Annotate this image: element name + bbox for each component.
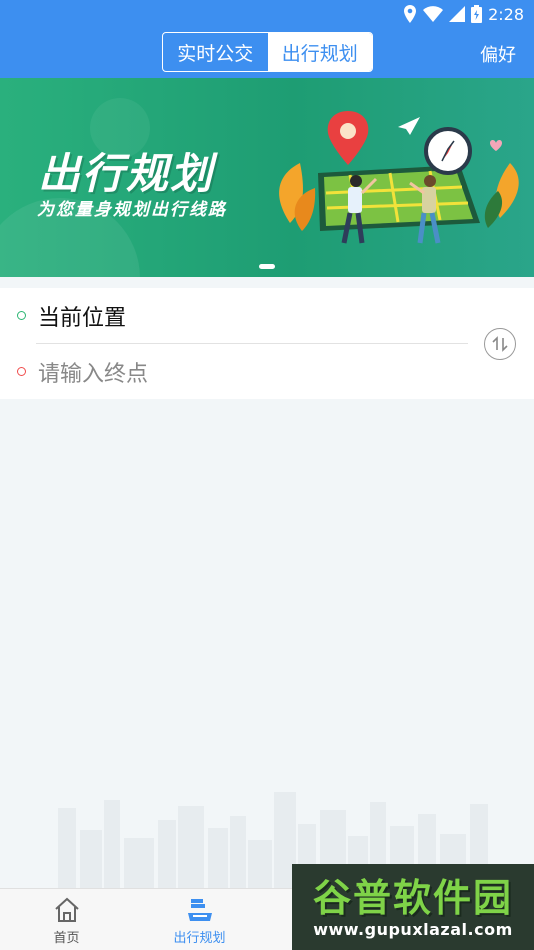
home-icon xyxy=(54,897,79,922)
origin-field[interactable]: 当前位置 xyxy=(0,288,470,343)
signal-icon xyxy=(449,6,466,22)
nav-trip-planning[interactable]: 出行规划 xyxy=(133,889,266,950)
mode-switch: 实时公交 出行规划 xyxy=(162,32,373,72)
nav-home[interactable]: 首页 xyxy=(0,889,133,950)
destination-placeholder: 请输入终点 xyxy=(38,361,149,387)
status-time: 2:28 xyxy=(488,4,524,24)
promo-banner[interactable]: 出行规划 为您量身规划出行线路 xyxy=(0,78,534,277)
location-icon xyxy=(404,5,417,23)
origin-value: 当前位置 xyxy=(38,305,127,331)
watermark: 谷普软件园 www.gupuxlazal.com xyxy=(292,864,534,950)
banner-subtitle: 为您量身规划出行线路 xyxy=(37,200,227,220)
map-illustration xyxy=(279,111,519,244)
watermark-name: 谷普软件园 xyxy=(312,875,513,920)
nav-trip-planning-label: 出行规划 xyxy=(173,931,226,946)
swap-button[interactable] xyxy=(484,328,516,360)
swap-arrows-icon xyxy=(492,336,508,352)
tab-trip-planning[interactable]: 出行规划 xyxy=(267,33,372,71)
route-planning-icon xyxy=(187,899,212,921)
tab-realtime-bus[interactable]: 实时公交 xyxy=(163,33,268,71)
destination-field[interactable]: 请输入终点 xyxy=(0,344,470,399)
route-input-card: 当前位置 请输入终点 xyxy=(0,288,534,399)
origin-dot-icon xyxy=(17,311,26,320)
nav-home-label: 首页 xyxy=(53,931,80,946)
wifi-icon xyxy=(423,6,444,22)
watermark-url: www.gupuxlazal.com xyxy=(313,919,513,939)
status-bar: 2:28 xyxy=(403,4,524,24)
battery-icon xyxy=(471,5,483,23)
banner-page-indicator xyxy=(259,264,275,269)
destination-dot-icon xyxy=(17,367,26,376)
banner-title: 出行规划 xyxy=(38,149,215,198)
top-bar: 2:28 实时公交 出行规划 偏好 xyxy=(0,0,534,78)
preference-button[interactable]: 偏好 xyxy=(480,41,516,67)
